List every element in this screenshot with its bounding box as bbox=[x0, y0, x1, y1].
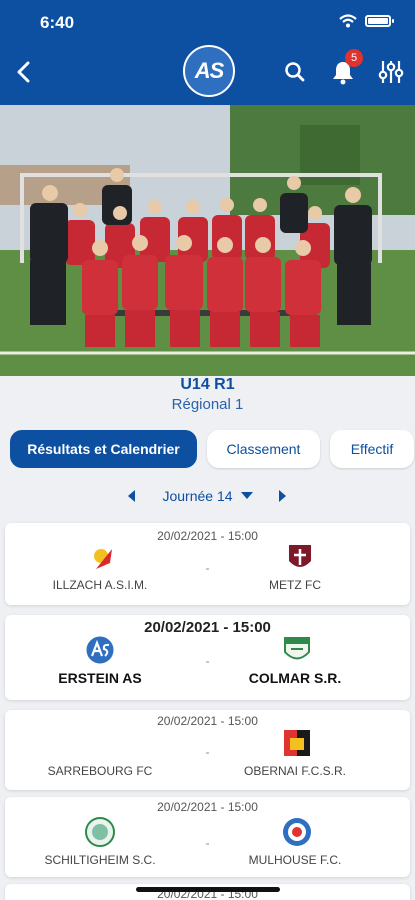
team-photo bbox=[0, 105, 415, 376]
match-datetime: 20/02/2021 - 15:00 bbox=[157, 800, 258, 814]
match-score: - bbox=[205, 654, 210, 668]
mulhouse-logo-icon bbox=[283, 818, 311, 846]
illzach-logo-icon bbox=[94, 549, 112, 569]
match-card-own-team[interactable]: 20/02/2021 - 15:00 ERSTEIN AS - COLMAR S… bbox=[5, 615, 410, 700]
home-team-name: ILLZACH A.S.I.M. bbox=[52, 578, 148, 592]
previous-matchday-icon[interactable] bbox=[128, 490, 136, 502]
match-score: - bbox=[205, 836, 210, 850]
match-score: - bbox=[205, 745, 210, 759]
away-team-name: MULHOUSE F.C. bbox=[248, 853, 342, 867]
obernai-logo-icon bbox=[284, 730, 310, 756]
matchday-label: Journée 14 bbox=[162, 488, 233, 504]
status-time: 6:40 bbox=[40, 13, 75, 32]
home-indicator[interactable] bbox=[136, 887, 280, 892]
home-team-name: ERSTEIN AS bbox=[58, 670, 142, 686]
tab-bar: Résultats et Calendrier Classement Effec… bbox=[10, 430, 414, 468]
next-matchday-icon[interactable] bbox=[278, 490, 286, 502]
match-datetime: 20/02/2021 - 15:00 bbox=[157, 529, 258, 543]
away-team-name: METZ FC bbox=[269, 578, 321, 592]
battery-icon bbox=[365, 15, 394, 27]
back-arrow-icon[interactable] bbox=[12, 58, 36, 86]
team-level: Régional 1 bbox=[171, 396, 244, 413]
match-datetime: 20/02/2021 - 15:00 bbox=[144, 619, 271, 636]
away-team-name: OBERNAI F.C.S.R. bbox=[243, 764, 347, 778]
match-score: - bbox=[205, 561, 210, 575]
matchday-dropdown[interactable]: Journée 14 bbox=[162, 488, 253, 504]
chevron-down-icon bbox=[240, 492, 253, 499]
match-card[interactable]: 20/02/2021 - 15:00 SCHILTIGHEIM S.C. - M… bbox=[5, 797, 410, 877]
club-logo: AS bbox=[183, 45, 235, 97]
erstein-logo-icon bbox=[85, 635, 115, 665]
search-icon[interactable] bbox=[281, 58, 309, 86]
tab-standings[interactable]: Classement bbox=[207, 430, 320, 468]
away-team-name: COLMAR S.R. bbox=[248, 670, 342, 686]
home-team-name: SCHILTIGHEIM S.C. bbox=[44, 853, 156, 867]
schiltigheim-logo-icon bbox=[85, 817, 115, 847]
tab-results-calendar[interactable]: Résultats et Calendrier bbox=[10, 430, 197, 468]
match-datetime: 20/02/2021 - 15:00 bbox=[157, 714, 258, 728]
metz-logo-icon bbox=[289, 545, 311, 567]
team-name: U14 R1 bbox=[180, 376, 235, 393]
app-header: 6:40 AS 5 bbox=[0, 0, 415, 105]
colmar-logo-icon bbox=[284, 637, 310, 660]
tab-roster[interactable]: Effectif bbox=[330, 430, 414, 468]
club-logo-text: AS bbox=[194, 58, 225, 83]
settings-sliders-icon[interactable] bbox=[377, 58, 405, 86]
status-icons bbox=[339, 14, 394, 28]
match-card[interactable]: 20/02/2021 - 15:00 ILLZACH A.S.I.M. - ME… bbox=[5, 523, 410, 605]
match-card[interactable]: 20/02/2021 - 15:00 SARREBOURG FC - OBERN… bbox=[5, 710, 410, 790]
matchday-selector: Journée 14 bbox=[0, 486, 415, 506]
notification-badge: 5 bbox=[345, 49, 363, 67]
wifi-icon bbox=[339, 14, 357, 28]
home-team-name: SARREBOURG FC bbox=[47, 764, 153, 778]
